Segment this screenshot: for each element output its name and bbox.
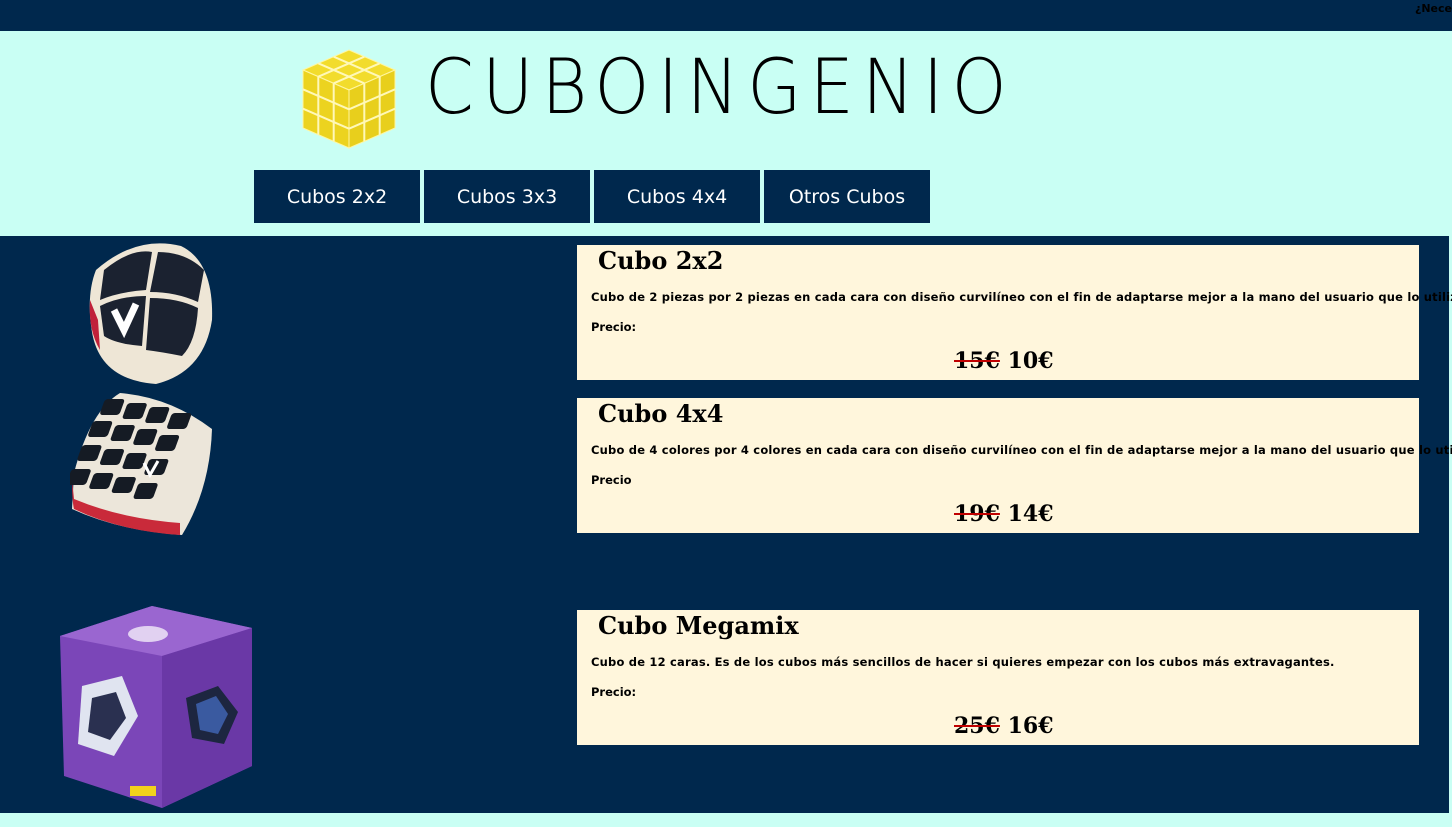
cube-2x2-image [89, 243, 213, 384]
price-label: Precio: [591, 320, 637, 334]
new-price: 16€ [1007, 713, 1054, 739]
product-description: Cubo de 12 caras. Es de los cubos más se… [591, 655, 1335, 669]
new-price: 14€ [1007, 501, 1054, 527]
product-card-4x4: Cubo 4x4 Cubo de 4 colores por 4 colores… [577, 398, 1452, 533]
brand-name[interactable]: CUBOINGENIO [425, 49, 1015, 125]
nav-otros-cubos[interactable]: Otros Cubos [764, 170, 930, 223]
old-price: 25€ [954, 713, 1000, 739]
site-header: CUBOINGENIO Cubos 2x2 Cubos 3x3 Cubos 4x… [0, 31, 1452, 236]
price: 25€ 16€ [954, 713, 1054, 739]
new-price: 10€ [1007, 348, 1054, 374]
product-list: Cubo 2x2 Cubo de 2 piezas por 2 piezas e… [0, 236, 1452, 813]
old-price: 15€ [954, 348, 1000, 374]
price-label: Precio: [591, 685, 637, 699]
product-title: Cubo 2x2 [598, 246, 724, 275]
nav-cubos-4x4[interactable]: Cubos 4x4 [594, 170, 760, 223]
cube-4x4-image [70, 393, 212, 535]
cube-logo-icon[interactable] [300, 48, 398, 150]
price: 19€ 14€ [954, 501, 1054, 527]
help-link[interactable]: ¿Nece [1415, 2, 1452, 15]
product-card-megamix: Cubo Megamix Cubo de 12 caras. Es de los… [577, 610, 1419, 745]
cube-megamix-image [60, 606, 252, 808]
product-title: Cubo 4x4 [598, 399, 724, 428]
footer-strip [0, 813, 1452, 827]
product-description: Cubo de 4 colores por 4 colores en cada … [591, 443, 1452, 457]
nav-cubos-2x2[interactable]: Cubos 2x2 [254, 170, 420, 223]
old-price: 19€ [954, 501, 1000, 527]
top-bar: ¿Nece [0, 0, 1452, 31]
main-nav: Cubos 2x2 Cubos 3x3 Cubos 4x4 Otros Cubo… [254, 170, 930, 223]
price: 15€ 10€ [954, 348, 1054, 374]
product-title: Cubo Megamix [598, 611, 799, 640]
price-label: Precio [591, 473, 632, 487]
nav-cubos-3x3[interactable]: Cubos 3x3 [424, 170, 590, 223]
product-description: Cubo de 2 piezas por 2 piezas en cada ca… [591, 290, 1452, 304]
product-card-2x2: Cubo 2x2 Cubo de 2 piezas por 2 piezas e… [577, 245, 1452, 380]
